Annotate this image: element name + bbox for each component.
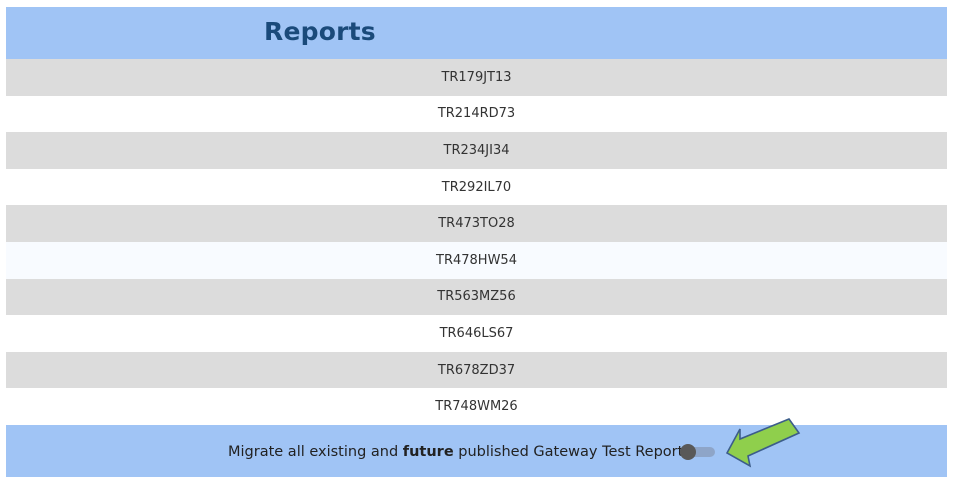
migrate-label-emphasis: future <box>402 443 454 460</box>
report-id: TR646LS67 <box>439 325 514 341</box>
migrate-toggle[interactable] <box>680 443 716 460</box>
migrate-label: Migrate all existing and future publishe… <box>228 444 691 460</box>
report-id: TR563MZ56 <box>437 289 516 305</box>
report-row[interactable]: TR292IL70 <box>6 168 947 206</box>
report-id: TR678ZD37 <box>437 362 516 378</box>
migrate-label-end: published Gateway Test Reports <box>453 443 691 460</box>
migrate-footer: Migrate all existing and future publishe… <box>6 424 947 477</box>
report-row[interactable]: TR748WM26 <box>6 388 947 425</box>
reports-list: TR179JT13 TR214RD73 TR234JI34 TR292IL70 … <box>6 59 947 425</box>
report-row[interactable]: TR678ZD37 <box>6 351 947 389</box>
reports-panel: Reports TR179JT13 TR214RD73 TR234JI34 TR… <box>6 7 947 477</box>
report-row[interactable]: TR646LS67 <box>6 315 947 352</box>
report-id: TR292IL70 <box>441 179 512 195</box>
page-title: Reports <box>264 17 376 46</box>
report-id: TR748WM26 <box>435 399 518 415</box>
report-id: TR473TO28 <box>438 216 515 232</box>
report-row[interactable]: TR478HW54 <box>6 241 947 279</box>
report-row[interactable]: TR563MZ56 <box>6 278 947 316</box>
reports-header: Reports <box>6 7 947 59</box>
toggle-knob[interactable] <box>680 443 696 460</box>
report-row[interactable]: TR214RD73 <box>6 95 947 133</box>
report-id: TR179JT13 <box>441 69 512 85</box>
report-id: TR234JI34 <box>443 142 510 158</box>
report-row[interactable]: TR234JI34 <box>6 132 947 169</box>
arrow-pointer-icon <box>725 418 801 468</box>
report-row[interactable]: TR179JT13 <box>6 59 947 96</box>
report-id: TR214RD73 <box>437 106 516 122</box>
migrate-label-start: Migrate all existing and <box>228 443 403 460</box>
report-row[interactable]: TR473TO28 <box>6 205 947 242</box>
report-id: TR478HW54 <box>436 252 517 268</box>
